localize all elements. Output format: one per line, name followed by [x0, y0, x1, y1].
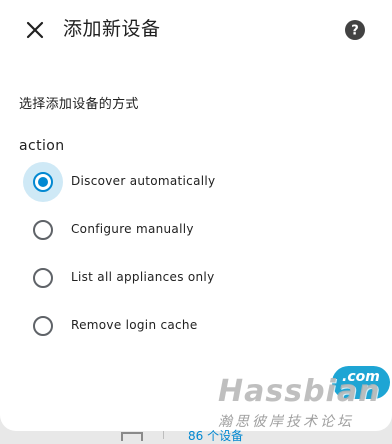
- radio-button[interactable]: [33, 220, 53, 240]
- option-remove-login-cache[interactable]: Remove login cache: [23, 306, 363, 346]
- close-button[interactable]: [20, 15, 50, 45]
- option-label: List all appliances only: [71, 270, 215, 284]
- device-icon: [121, 432, 143, 441]
- radio-button[interactable]: [33, 172, 53, 192]
- help-button[interactable]: ?: [344, 19, 366, 41]
- close-icon: [26, 21, 44, 39]
- radio-button[interactable]: [33, 268, 53, 288]
- help-circle-icon: ?: [345, 20, 365, 40]
- option-discover-automatically[interactable]: Discover automatically: [23, 162, 363, 202]
- option-label: Remove login cache: [71, 318, 198, 332]
- add-device-dialog: 添加新设备 ? 选择添加设备的方式 action Discover automa…: [0, 0, 392, 431]
- dialog-title: 添加新设备: [63, 18, 161, 40]
- dialog-header: 添加新设备 ?: [0, 0, 392, 60]
- svg-text:?: ?: [351, 24, 359, 39]
- divider: [163, 431, 164, 439]
- option-configure-manually[interactable]: Configure manually: [23, 210, 363, 250]
- dialog-subtitle: 选择添加设备的方式: [19, 97, 139, 112]
- radio-button[interactable]: [33, 316, 53, 336]
- option-list-all-appliances[interactable]: List all appliances only: [23, 258, 363, 298]
- device-count-link[interactable]: 86 个设备: [188, 427, 243, 444]
- action-field-label: action: [19, 138, 65, 154]
- option-label: Configure manually: [71, 222, 194, 236]
- option-label: Discover automatically: [71, 174, 216, 188]
